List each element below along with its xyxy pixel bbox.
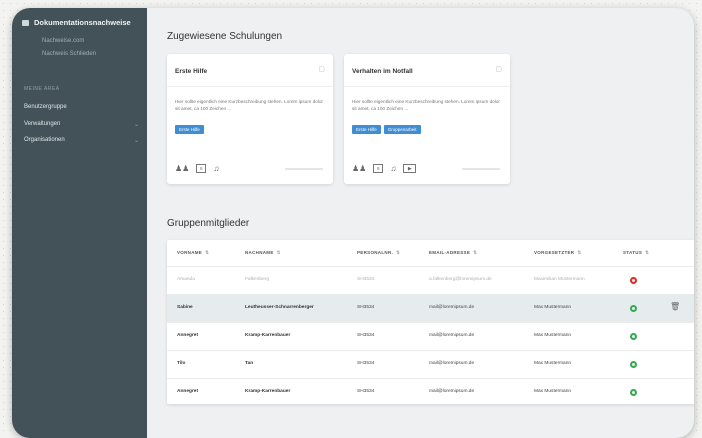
cell-personalnr: SH3534: [357, 361, 375, 366]
sort-icon: ⇅: [396, 250, 401, 255]
sidebar-item-label: Organisationen: [24, 137, 65, 143]
header-vorname[interactable]: VORNAME ⇅: [177, 240, 209, 266]
cell-nachname: Leutheusser-Schnarrenberger: [245, 305, 314, 310]
chevron-down-icon: ⌄: [133, 122, 139, 128]
folder-icon: [22, 19, 29, 26]
header-personalnr[interactable]: PERSONALNR. ⇅: [357, 240, 400, 266]
card-description: Hier sollte eigentlich eine Kurzbeschrei…: [352, 99, 500, 111]
card-title: Erste Hilfe: [175, 68, 208, 75]
cell-email: a.falkenberg@loremipsum.de: [429, 277, 492, 282]
document-icon: ≡: [196, 164, 207, 173]
close-icon[interactable]: ▢: [318, 65, 325, 73]
table-header: VORNAME ⇅ NACHNAME ⇅ PERSONALNR. ⇅ EMAIL-AD…: [167, 240, 694, 267]
trainings-title: Zugewiesene Schulungen: [167, 31, 283, 42]
cell-vorgesetzter: Max Mustermann: [534, 305, 572, 310]
document-icon: ≡: [373, 164, 384, 173]
cell-email: mail@loremipsum.de: [429, 305, 475, 310]
progress-bar: [285, 168, 323, 170]
header-nachname[interactable]: NACHNAME ⇅: [245, 240, 281, 266]
sort-icon: ⇅: [205, 250, 210, 255]
cell-email: mail@loremipsum.de: [429, 361, 475, 366]
status-ok-icon: [630, 361, 637, 368]
tag-erste-hilfe[interactable]: Erste Hilfe: [175, 125, 204, 134]
sidebar-item-organisationen[interactable]: Organisationen ⌄: [24, 137, 139, 144]
cell-nachname: Falkenberg: [245, 277, 269, 282]
card-divider: [344, 86, 510, 87]
audio-icon: ♫: [390, 164, 397, 173]
cell-vorname: Tilo: [177, 361, 186, 366]
chevron-down-icon: ⌄: [133, 138, 139, 144]
members-title: Gruppenmitglieder: [167, 218, 250, 229]
table-row[interactable]: Annegret Kramp-Karrenbauer SH3534 mail@l…: [167, 378, 694, 404]
card-divider: [167, 86, 333, 87]
status-ok-icon: [630, 305, 637, 312]
cell-vorname: Amanda: [177, 277, 195, 282]
table-row[interactable]: Tilo Tan SH3534 mail@loremipsum.de Max M…: [167, 350, 694, 379]
sidebar-item-label: Benutzergruppe: [24, 104, 67, 110]
video-icon: ▶: [403, 164, 417, 173]
cell-vorgesetzter: Max Mustermann: [534, 389, 572, 394]
main-content: Zugewiesene Schulungen Erste Hilfe ▢ Hie…: [147, 8, 694, 438]
table-row[interactable]: Amanda Falkenberg SH3534 a.falkenberg@lo…: [167, 266, 694, 295]
app-window: Dokumentationsnachweise Nachweise.com Na…: [12, 8, 694, 438]
sidebar: Dokumentationsnachweise Nachweise.com Na…: [12, 8, 147, 438]
card-description: Hier sollte eigentlich eine Kurzbeschrei…: [175, 99, 323, 111]
close-icon[interactable]: ▢: [495, 65, 502, 73]
people-icon: ♟♟: [175, 164, 190, 173]
audio-icon: ♫: [213, 164, 220, 173]
cell-personalnr: SH3534: [357, 389, 375, 394]
progress-bar: [462, 168, 500, 170]
status-error-icon: [630, 277, 637, 284]
cell-vorname: Sabine: [177, 305, 193, 310]
sidebar-title[interactable]: Dokumentationsnachweise: [22, 18, 131, 27]
cell-personalnr: SH3534: [357, 333, 375, 338]
sidebar-title-label: Dokumentationsnachweise: [34, 18, 131, 27]
sidebar-section-label: MEINE AREA: [24, 86, 60, 92]
people-icon: ♟♟: [352, 164, 367, 173]
cell-nachname: Tan: [245, 361, 254, 366]
sidebar-item-label: Verwaltungen: [24, 121, 61, 127]
cell-email: mail@loremipsum.de: [429, 333, 475, 338]
cell-vorname: Annegret: [177, 389, 199, 394]
sort-icon: ⇅: [276, 250, 281, 255]
header-status[interactable]: STATUS ⇅: [623, 240, 649, 266]
sidebar-sub-item-1[interactable]: Nachweise.com: [42, 38, 84, 44]
cell-email: mail@loremipsum.de: [429, 389, 475, 394]
table-row[interactable]: Sabine Leutheusser-Schnarrenberger SH353…: [167, 294, 694, 323]
trash-icon[interactable]: 🗑: [670, 302, 680, 311]
sort-icon: ⇅: [577, 250, 582, 255]
cell-nachname: Kramp-Karrenbauer: [245, 333, 291, 338]
header-vorgesetzter[interactable]: VORGESETZTER ⇅: [534, 240, 581, 266]
tag-gruppenarbeit[interactable]: Gruppenarbeit: [383, 125, 421, 134]
training-card[interactable]: Verhalten im Notfall ▢ Hier sollte eigen…: [344, 54, 510, 184]
sidebar-item-benutzergruppe[interactable]: Benutzergruppe: [24, 104, 139, 110]
cell-vorgesetzter: Max Mustermann: [534, 361, 572, 366]
table-row[interactable]: Annegret Kramp-Karrenbauer SH3534 mail@l…: [167, 322, 694, 351]
sort-icon: ⇅: [645, 250, 650, 255]
sort-icon: ⇅: [473, 250, 478, 255]
training-card[interactable]: Erste Hilfe ▢ Hier sollte eigentlich ein…: [167, 54, 333, 184]
sidebar-sub-item-2[interactable]: Nachweis Schlieden: [42, 51, 96, 57]
cell-vorgesetzter: Max Mustermann: [534, 333, 572, 338]
cell-vorgesetzter: Maximilian Mustermann: [534, 277, 585, 282]
header-email[interactable]: EMAIL-ADRESSE ⇅: [429, 240, 477, 266]
cell-personalnr: SH3534: [357, 277, 375, 282]
members-table: VORNAME ⇅ NACHNAME ⇅ PERSONALNR. ⇅ EMAIL-AD…: [167, 240, 694, 404]
cell-nachname: Kramp-Karrenbauer: [245, 389, 291, 394]
card-title: Verhalten im Notfall: [352, 68, 413, 75]
status-ok-icon: [630, 389, 637, 396]
cell-personalnr: SH3534: [357, 305, 375, 310]
tag-erste-hilfe[interactable]: Erste Hilfe: [352, 125, 381, 134]
status-ok-icon: [630, 333, 637, 340]
cell-vorname: Annegret: [177, 333, 199, 338]
sidebar-item-verwaltungen[interactable]: Verwaltungen ⌄: [24, 121, 139, 128]
